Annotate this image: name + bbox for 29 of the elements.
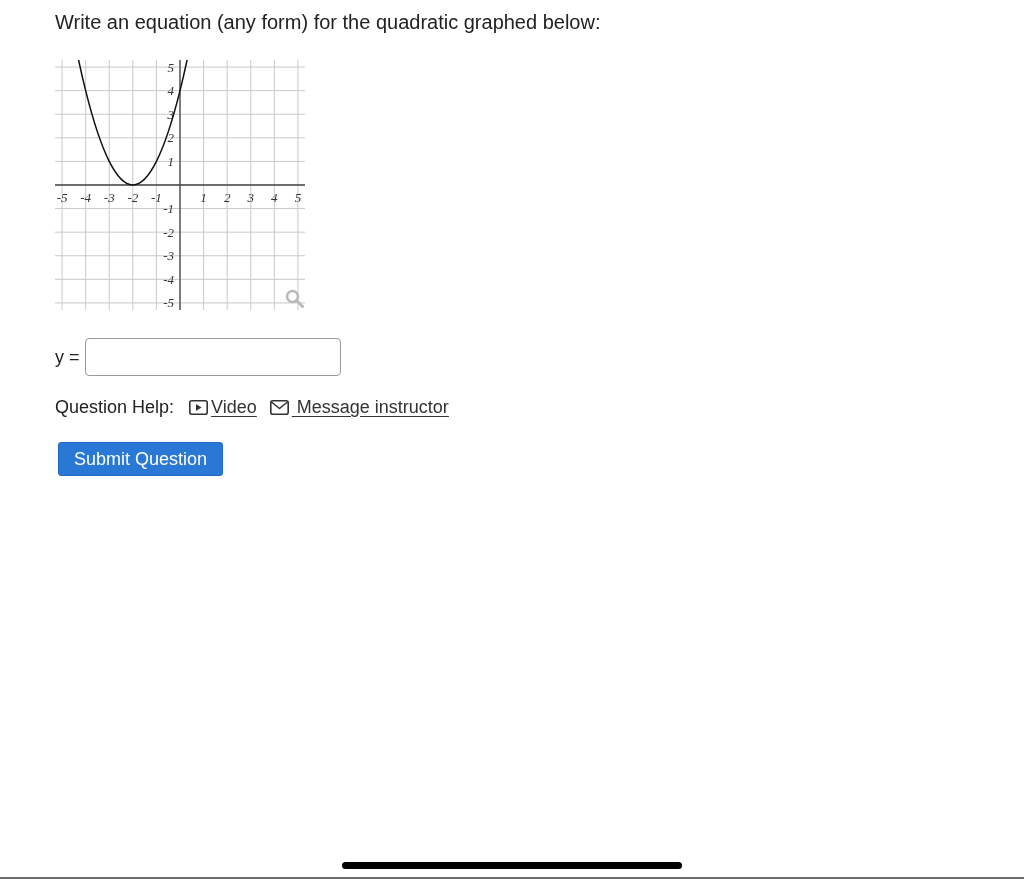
x-tick-label: -3 <box>103 190 115 205</box>
x-tick-label: 3 <box>247 190 254 205</box>
y-tick-label: 1 <box>167 153 174 169</box>
y-tick-label: 5 <box>167 60 174 75</box>
message-instructor-link[interactable]: Message instructor <box>269 395 449 419</box>
y-tick-label: -4 <box>163 271 174 287</box>
magnifier-icon[interactable] <box>285 289 304 308</box>
x-tick-label: -2 <box>127 190 139 205</box>
answer-input-field[interactable] <box>84 338 341 376</box>
question-prompt: Write an equation (any form) for the quadratic graphed below: <box>55 10 601 34</box>
x-tick-label: 5 <box>294 190 302 205</box>
x-tick-label: -1 <box>151 190 162 205</box>
envelope-icon <box>269 399 289 415</box>
video-link[interactable]: Video <box>189 395 257 419</box>
y-tick-label: -5 <box>163 295 174 310</box>
y-tick-label: 2 <box>167 130 174 146</box>
submit-question-button[interactable]: Submit Question <box>58 442 224 476</box>
question-help-label: Question Help: <box>55 396 175 419</box>
x-tick-label: -4 <box>80 190 92 205</box>
answer-label: y = <box>55 346 80 369</box>
x-tick-label: 4 <box>271 190 278 205</box>
x-tick-label: -5 <box>56 190 68 205</box>
y-tick-label: -2 <box>163 224 174 240</box>
play-icon <box>189 399 209 415</box>
y-tick-label: -3 <box>163 248 174 264</box>
x-tick-label: 1 <box>200 190 207 205</box>
y-tick-label: -1 <box>163 201 174 217</box>
y-tick-label: 4 <box>167 83 174 99</box>
x-tick-label: 2 <box>223 190 231 205</box>
